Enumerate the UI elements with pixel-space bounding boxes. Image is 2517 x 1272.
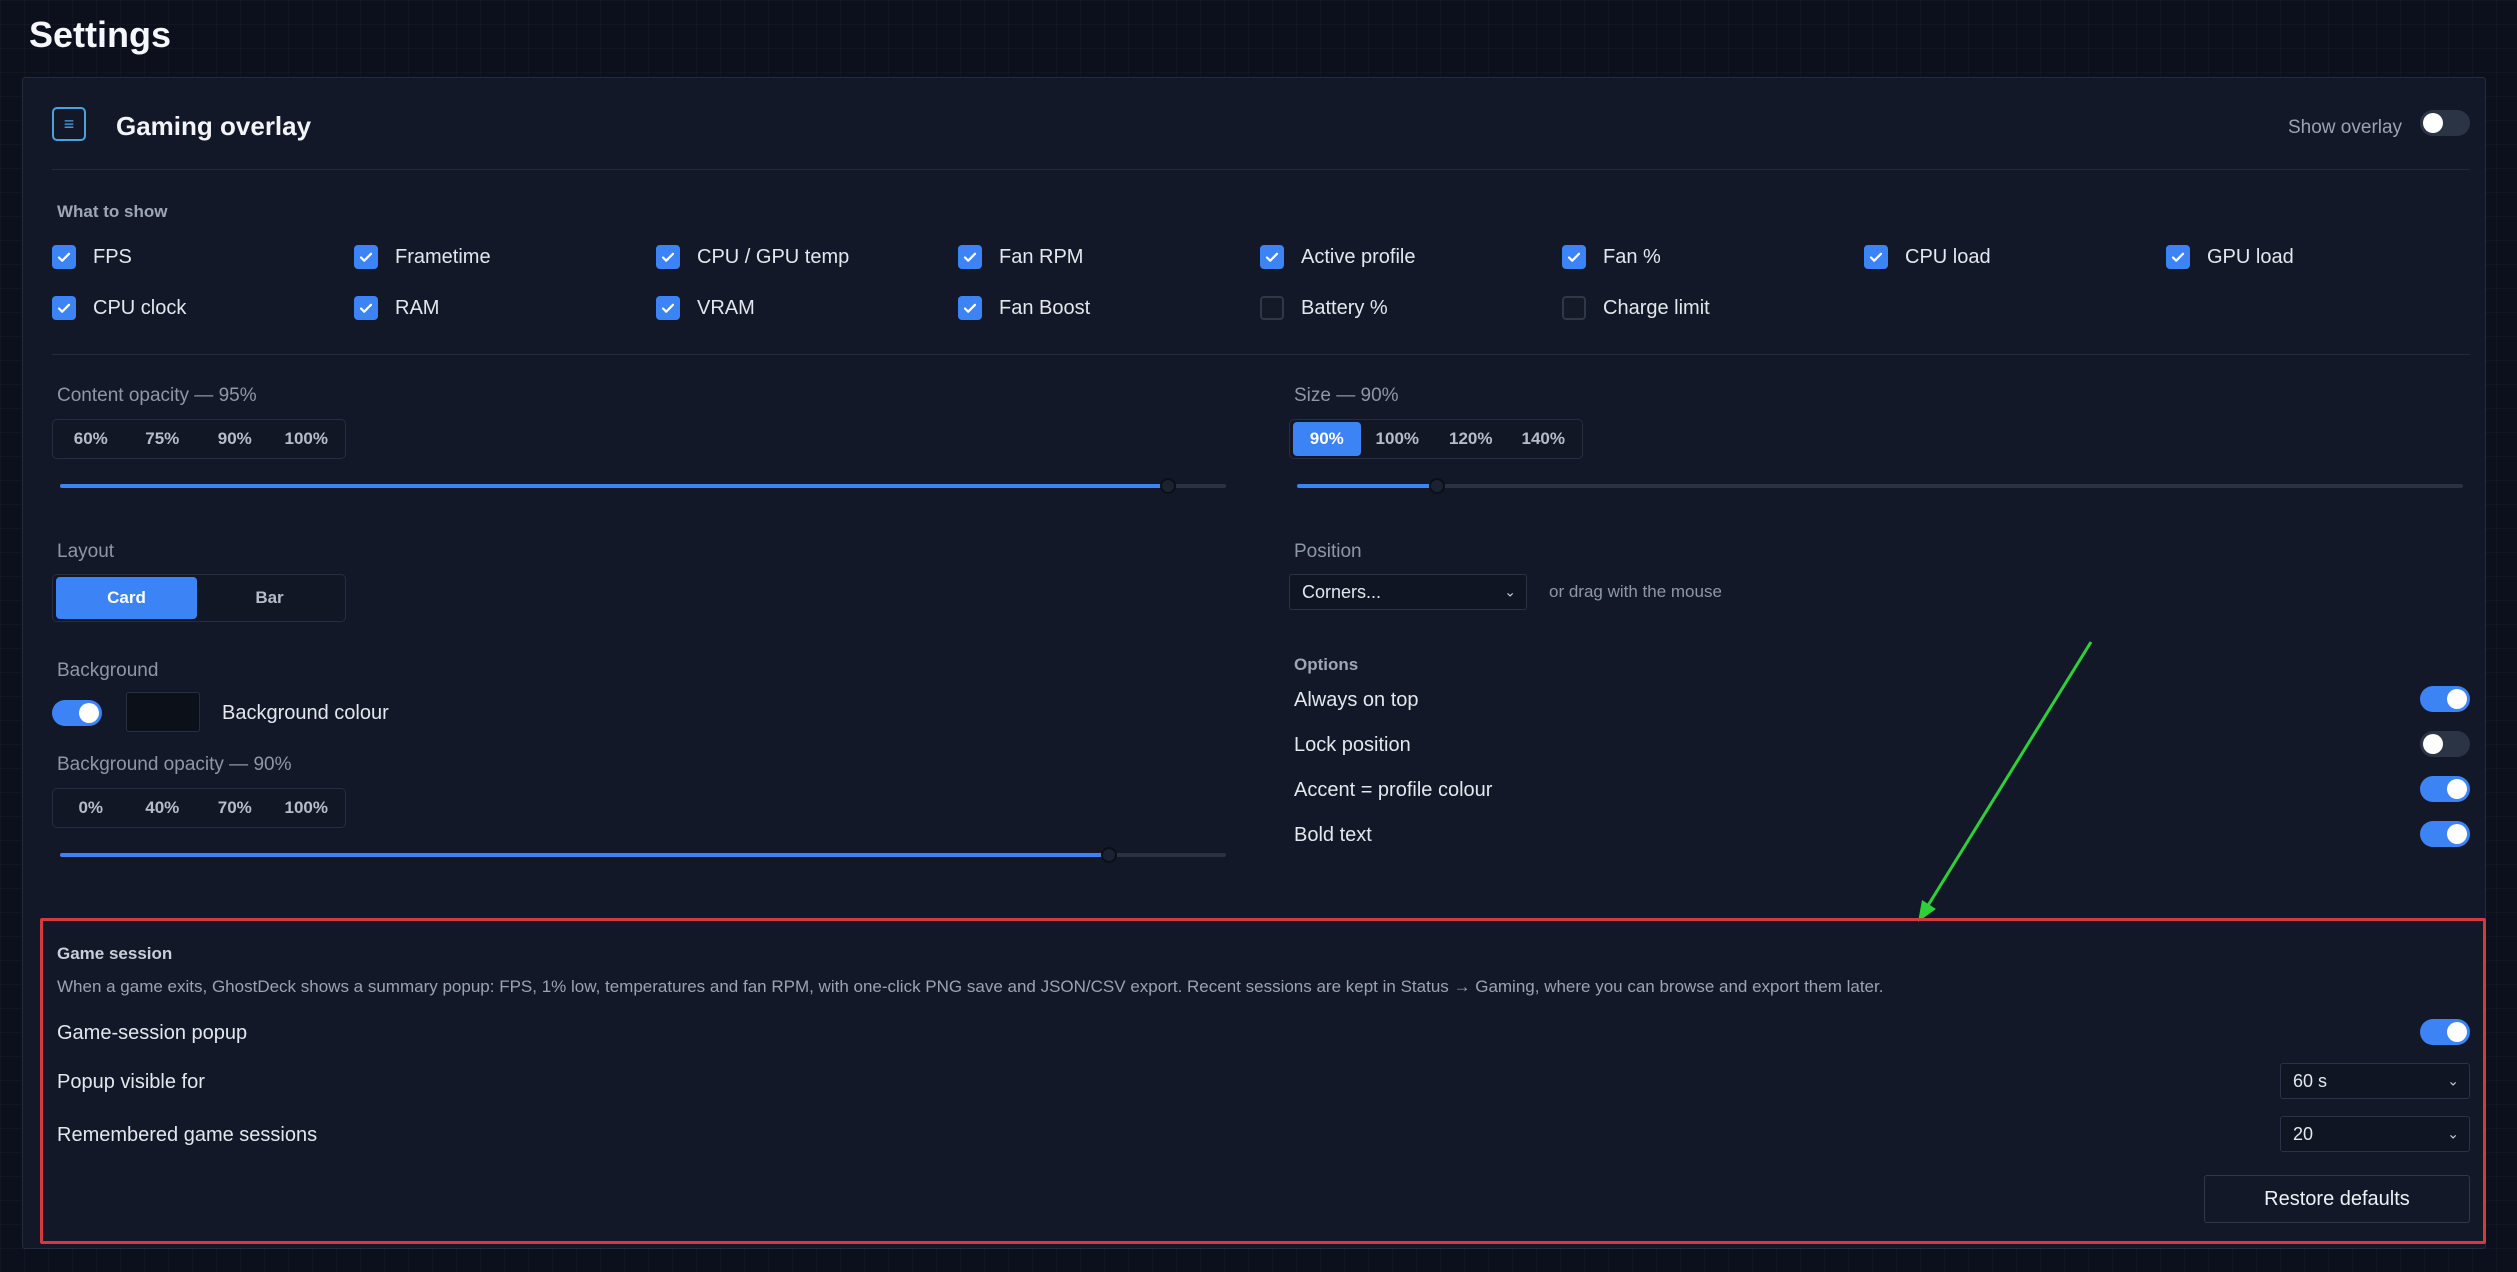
divider	[52, 354, 2470, 355]
remembered-sessions-select[interactable]: 20 ⌄	[2280, 1116, 2470, 1152]
option-toggle-bold-text[interactable]	[2420, 821, 2470, 847]
content-opacity-preset-90[interactable]: 90%	[199, 422, 271, 456]
popup-visible-for-label: Popup visible for	[57, 1071, 205, 1093]
checkbox-label-cpu-clock: CPU clock	[93, 297, 187, 319]
content-opacity-slider[interactable]	[60, 478, 1226, 494]
option-toggle-accent-profile-colour[interactable]	[2420, 776, 2470, 802]
content-opacity-presets: 60% 75% 90% 100%	[52, 419, 346, 459]
game-session-section	[40, 918, 2486, 1244]
option-toggle-always-on-top[interactable]	[2420, 686, 2470, 712]
restore-defaults-button[interactable]: Restore defaults	[2204, 1175, 2470, 1223]
checkbox-cpu-gpu-temp[interactable]	[656, 245, 680, 269]
chevron-down-icon: ⌄	[1504, 583, 1516, 600]
checkbox-gpu-load[interactable]	[2166, 245, 2190, 269]
layout-label: Layout	[57, 541, 115, 562]
checkbox-label-fan-boost: Fan Boost	[999, 297, 1091, 319]
position-label: Position	[1294, 541, 1362, 562]
option-label-bold-text: Bold text	[1294, 824, 1372, 846]
checkbox-cpu-load[interactable]	[1864, 245, 1888, 269]
background-toggle[interactable]	[52, 700, 102, 726]
divider	[52, 169, 2470, 170]
layout-toggle: Card Bar	[52, 574, 346, 622]
content-opacity-preset-60[interactable]: 60%	[56, 422, 126, 456]
checkbox-battery[interactable]	[1260, 296, 1284, 320]
checkbox-active-profile[interactable]	[1260, 245, 1284, 269]
position-select[interactable]: Corners... ⌄	[1289, 574, 1527, 610]
size-presets: 90% 100% 120% 140%	[1289, 419, 1583, 459]
background-opacity-slider[interactable]	[60, 847, 1226, 863]
background-opacity-label: Background opacity — 90%	[57, 754, 292, 775]
checkbox-label-fan: Fan %	[1603, 246, 1661, 268]
size-preset-140[interactable]: 140%	[1508, 422, 1580, 456]
checkbox-label-cpu-gpu-temp: CPU / GPU temp	[697, 246, 850, 268]
checkbox-vram[interactable]	[656, 296, 680, 320]
layout-card-button[interactable]: Card	[56, 577, 198, 619]
background-opacity-presets: 0% 40% 70% 100%	[52, 788, 346, 828]
remembered-sessions-label: Remembered game sessions	[57, 1124, 318, 1146]
checkbox-cpu-clock[interactable]	[52, 296, 76, 320]
game-session-popup-toggle[interactable]	[2420, 1019, 2470, 1045]
checkbox-label-battery: Battery %	[1301, 297, 1388, 319]
checkbox-label-fps: FPS	[93, 246, 132, 268]
size-preset-120[interactable]: 120%	[1434, 422, 1507, 456]
option-toggle-lock-position[interactable]	[2420, 731, 2470, 757]
checkbox-fan-rpm[interactable]	[958, 245, 982, 269]
popup-visible-for-value: 60 s	[2293, 1070, 2328, 1091]
checkbox-label-vram: VRAM	[697, 297, 755, 319]
bg-opacity-preset-40[interactable]: 40%	[126, 791, 199, 825]
show-overlay-label: Show overlay	[2288, 117, 2403, 138]
slider-thumb[interactable]	[1159, 478, 1176, 494]
size-label: Size — 90%	[1294, 385, 1399, 406]
layout-bar-button[interactable]: Bar	[197, 577, 342, 619]
checkbox-fan[interactable]	[1562, 245, 1586, 269]
checkbox-label-charge-limit: Charge limit	[1603, 297, 1710, 319]
options-heading: Options	[1294, 655, 1359, 674]
bg-opacity-preset-100[interactable]: 100%	[271, 791, 343, 825]
background-colour-label: Background colour	[222, 702, 389, 724]
checkbox-frametime[interactable]	[354, 245, 378, 269]
checkbox-fps[interactable]	[52, 245, 76, 269]
background-label: Background	[57, 660, 159, 681]
size-slider[interactable]	[1297, 478, 2463, 494]
chevron-down-icon: ⌄	[2447, 1125, 2459, 1142]
size-preset-90[interactable]: 90%	[1293, 422, 1361, 456]
content-opacity-preset-75[interactable]: 75%	[126, 422, 199, 456]
game-session-heading: Game session	[57, 944, 173, 963]
checkbox-ram[interactable]	[354, 296, 378, 320]
checkbox-label-ram: RAM	[395, 297, 440, 319]
checkbox-charge-limit[interactable]	[1562, 296, 1586, 320]
overlay-list-icon: ≡	[52, 107, 86, 141]
option-label-accent-profile-colour: Accent = profile colour	[1294, 779, 1493, 801]
chevron-down-icon: ⌄	[2447, 1072, 2459, 1089]
remembered-sessions-value: 20	[2293, 1123, 2314, 1144]
popup-visible-for-select[interactable]: 60 s ⌄	[2280, 1063, 2470, 1099]
what-to-show-heading: What to show	[57, 202, 168, 221]
panel-title: Gaming overlay	[116, 111, 312, 141]
game-session-description: When a game exits, GhostDeck shows a sum…	[57, 977, 1884, 996]
bg-opacity-preset-70[interactable]: 70%	[199, 791, 271, 825]
bg-opacity-preset-0[interactable]: 0%	[56, 791, 126, 825]
content-opacity-preset-100[interactable]: 100%	[271, 422, 343, 456]
option-label-always-on-top: Always on top	[1294, 689, 1419, 711]
checkbox-label-gpu-load: GPU load	[2207, 246, 2294, 268]
position-select-value: Corners...	[1302, 581, 1382, 602]
checkbox-label-cpu-load: CPU load	[1905, 246, 1991, 268]
checkbox-label-frametime: Frametime	[395, 246, 491, 268]
position-hint: or drag with the mouse	[1549, 582, 1722, 601]
slider-fill	[60, 853, 1110, 857]
slider-thumb[interactable]	[1428, 478, 1445, 494]
page-title: Settings	[29, 14, 172, 55]
content-opacity-label: Content opacity — 95%	[57, 385, 257, 406]
checkbox-label-fan-rpm: Fan RPM	[999, 246, 1084, 268]
background-colour-swatch[interactable]	[126, 692, 200, 732]
checkbox-label-active-profile: Active profile	[1301, 246, 1416, 268]
size-preset-100[interactable]: 100%	[1361, 422, 1434, 456]
show-overlay-toggle[interactable]	[2420, 110, 2470, 136]
checkbox-fan-boost[interactable]	[958, 296, 982, 320]
game-session-popup-label: Game-session popup	[57, 1022, 248, 1044]
slider-fill	[60, 484, 1168, 488]
slider-fill	[1297, 484, 1437, 488]
option-label-lock-position: Lock position	[1294, 734, 1411, 756]
